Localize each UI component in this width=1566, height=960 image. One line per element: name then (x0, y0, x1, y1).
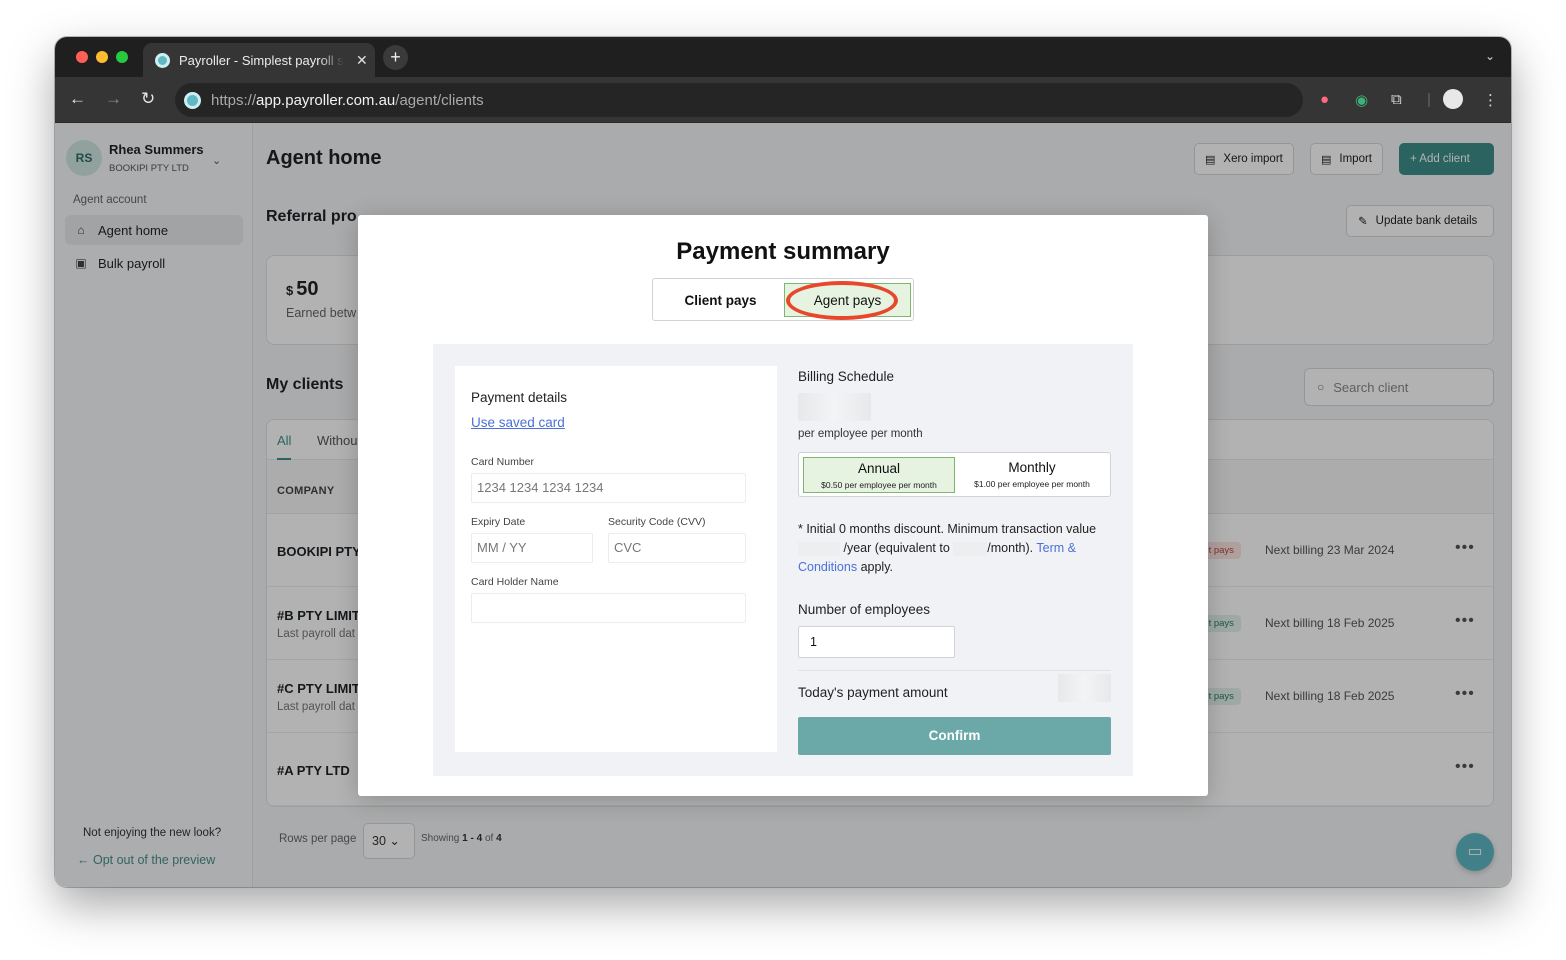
client-pays-option[interactable]: Client pays (657, 283, 784, 317)
plan-monthly-option[interactable]: Monthly $1.00 per employee per month (956, 457, 1108, 493)
use-saved-card-link[interactable]: Use saved card (471, 415, 565, 430)
plan-name: Annual (857, 461, 901, 476)
browser-tab-active[interactable]: Payroller - Simplest payroll software ✕ (143, 43, 375, 77)
card-number-field[interactable]: 1234 1234 1234 1234 (471, 473, 746, 503)
redacted-value (798, 541, 840, 556)
discount-disclaimer: * Initial 0 months discount. Minimum tra… (798, 520, 1111, 577)
tab-close-icon[interactable]: ✕ (356, 52, 368, 69)
redacted-price (798, 393, 871, 421)
close-window-button[interactable] (76, 51, 88, 63)
payment-details-card: Payment details Use saved card Card Numb… (455, 366, 777, 752)
payment-summary-modal: Payment summary Client pays Agent pays P… (358, 215, 1208, 796)
cvv-field[interactable]: CVC (608, 533, 746, 563)
payer-toggle: Client pays Agent pays (652, 278, 914, 321)
card-holder-label: Card Holder Name (471, 576, 559, 588)
url-path: /agent/clients (395, 91, 484, 109)
minimize-window-button[interactable] (96, 51, 108, 63)
extensions-puzzle-icon[interactable]: ⧉ (1391, 91, 1402, 108)
expiry-date-field[interactable]: MM / YY (471, 533, 593, 563)
browser-window: Payroller - Simplest payroll software ✕ … (55, 37, 1511, 887)
plan-annual-option[interactable]: Annual $0.50 per employee per month (803, 457, 955, 493)
profile-avatar-icon[interactable] (1443, 89, 1463, 109)
forward-arrow-icon[interactable]: → (105, 89, 122, 109)
divider (798, 670, 1111, 671)
payroller-favicon-icon (155, 52, 170, 68)
disclaimer-text: /year (equivalent to (843, 541, 950, 555)
url-scheme: https:// (211, 91, 257, 109)
plan-price: $0.50 per employee per month (821, 480, 937, 490)
billing-schedule-title: Billing Schedule (798, 369, 895, 384)
address-bar[interactable]: https://app.payroller.com.au/agent/clien… (175, 83, 1303, 117)
tab-title: Payroller - Simplest payroll software (179, 52, 344, 68)
disclaimer-text: /month). (987, 541, 1034, 555)
redacted-value (953, 541, 988, 556)
employees-count-input[interactable]: 1 (798, 626, 955, 658)
browser-toolbar: ← → ↻ https://app.payroller.com.au/agent… (55, 77, 1511, 123)
card-number-label: Card Number (471, 456, 535, 468)
toolbar-divider: | (1427, 91, 1431, 108)
new-tab-button[interactable]: + (383, 45, 408, 70)
plan-name: Monthly (1008, 460, 1056, 475)
url-host: app.payroller.com.au (256, 91, 396, 109)
employees-label: Number of employees (798, 602, 931, 617)
annotation-highlight-circle (786, 281, 898, 320)
browser-tab-bar: Payroller - Simplest payroll software ✕ … (55, 37, 1511, 77)
disclaimer-text: * Initial 0 months discount. Minimum tra… (798, 522, 1097, 536)
extension-alert-icon[interactable]: ● (1320, 91, 1329, 108)
browser-menu-icon[interactable]: ⋮ (1483, 91, 1498, 109)
tab-search-chevron-icon[interactable]: ⌄ (1485, 49, 1495, 63)
billing-plan-selector: Annual $0.50 per employee per month Mont… (798, 452, 1111, 497)
maximize-window-button[interactable] (116, 51, 128, 63)
disclaimer-text: apply. (860, 560, 893, 574)
payment-panel: Payment details Use saved card Card Numb… (433, 344, 1133, 776)
plan-price: $1.00 per employee per month (974, 479, 1090, 489)
todays-payment-label: Today's payment amount (798, 685, 948, 700)
site-info-icon[interactable] (184, 91, 201, 109)
card-holder-field[interactable] (471, 593, 746, 623)
per-employee-label: per employee per month (798, 428, 923, 440)
back-arrow-icon[interactable]: ← (69, 89, 86, 109)
redacted-amount (1058, 674, 1111, 702)
billing-column: Billing Schedule per employee per month … (798, 344, 1112, 776)
reload-icon[interactable]: ↻ (141, 89, 155, 109)
cvv-label: Security Code (CVV) (608, 516, 706, 528)
payment-details-title: Payment details (471, 390, 568, 405)
modal-title: Payment summary (676, 238, 890, 265)
grammarly-extension-icon[interactable]: ◉ (1355, 91, 1368, 109)
expiry-date-label: Expiry Date (471, 516, 526, 528)
confirm-button[interactable]: Confirm (798, 717, 1111, 755)
